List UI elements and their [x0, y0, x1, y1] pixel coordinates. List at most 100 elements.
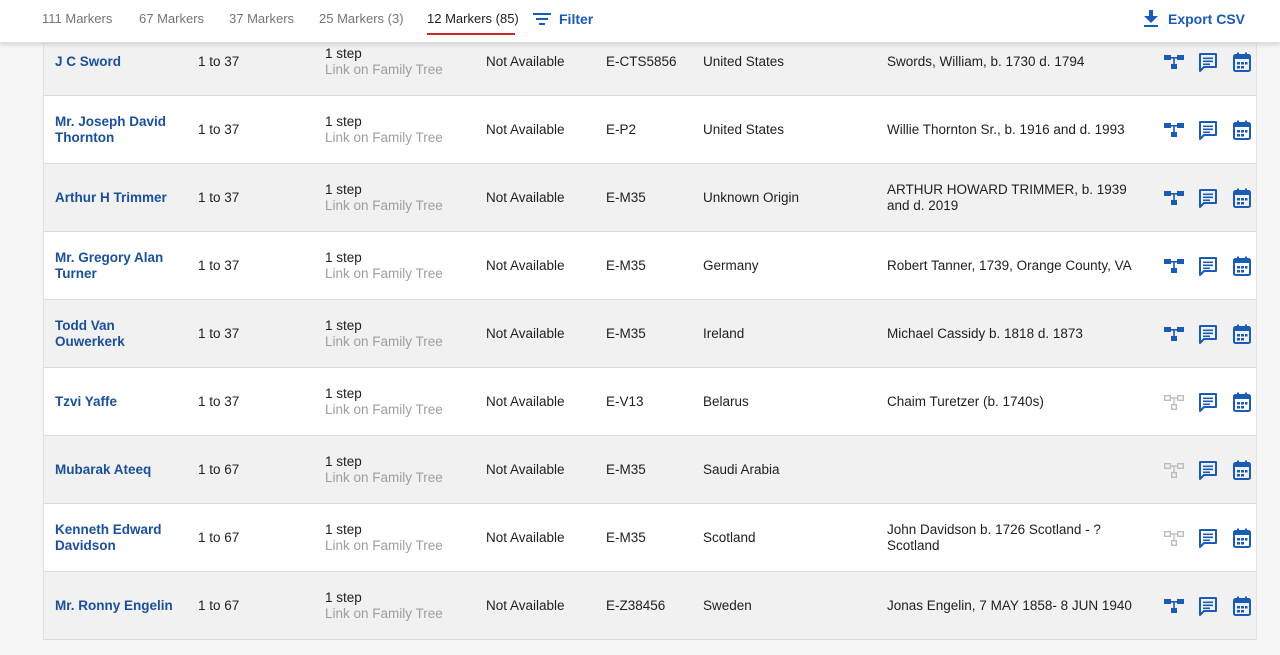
download-icon	[1144, 10, 1158, 27]
message-note-icon[interactable]	[1191, 591, 1225, 621]
earliest-ancestor	[887, 436, 1147, 503]
genetic-distance: 1 step Link on Family Tree	[325, 96, 475, 163]
tab-37-markers[interactable]: 37 Markers	[229, 11, 294, 26]
match-name-link[interactable]: Arthur H Trimmer	[55, 164, 180, 231]
tab-67-markers[interactable]: 67 Markers	[139, 11, 204, 26]
mdka-value: Not Available	[486, 461, 565, 477]
message-note-icon[interactable]	[1191, 115, 1225, 145]
family-tree-icon[interactable]	[1157, 47, 1191, 77]
family-tree-link[interactable]: Link on Family Tree	[325, 130, 443, 146]
calendar-icon[interactable]	[1225, 523, 1259, 553]
row-actions	[1157, 164, 1259, 231]
calendar-icon[interactable]	[1225, 319, 1259, 349]
family-tree-icon[interactable]	[1157, 591, 1191, 621]
earliest-ancestor: Chaim Turetzer (b. 1740s)	[887, 393, 1044, 409]
row-actions	[1157, 504, 1259, 571]
step-count: 1 step	[325, 385, 362, 401]
marker-range: 1 to 37	[198, 393, 240, 409]
mdka-value: Not Available	[486, 393, 565, 409]
match-name-link[interactable]: Mr. Gregory Alan Turner	[55, 232, 180, 299]
table-row: Mubarak Ateeq 1 to 67 1 step Link on Fam…	[44, 436, 1256, 504]
genetic-distance: 1 step Link on Family Tree	[325, 572, 475, 639]
mdka-value: Not Available	[486, 529, 565, 545]
genetic-distance: 1 step Link on Family Tree	[325, 368, 475, 435]
country-of-origin: Germany	[703, 257, 759, 273]
tab-111-markers[interactable]: 111 Markers	[42, 11, 112, 26]
family-tree-link[interactable]: Link on Family Tree	[325, 606, 443, 622]
row-actions	[1157, 96, 1259, 163]
mdka-value: Not Available	[486, 325, 565, 341]
family-tree-link[interactable]: Link on Family Tree	[325, 470, 443, 486]
match-name-link[interactable]: Todd Van Ouwerkerk	[55, 300, 180, 367]
table-row: Kenneth Edward Davidson 1 to 67 1 step L…	[44, 504, 1256, 572]
filter-lines-icon	[533, 13, 551, 25]
genetic-distance: 1 step Link on Family Tree	[325, 164, 475, 231]
filter-label: Filter	[559, 11, 594, 27]
message-note-icon[interactable]	[1191, 455, 1225, 485]
table-row: Todd Van Ouwerkerk 1 to 37 1 step Link o…	[44, 300, 1256, 368]
row-actions	[1157, 368, 1259, 435]
family-tree-link[interactable]: Link on Family Tree	[325, 538, 443, 554]
calendar-icon[interactable]	[1225, 591, 1259, 621]
match-name-link[interactable]: Tzvi Yaffe	[55, 368, 180, 435]
family-tree-icon	[1157, 523, 1191, 553]
table-row: Arthur H Trimmer 1 to 37 1 step Link on …	[44, 164, 1256, 232]
message-note-icon[interactable]	[1191, 387, 1225, 417]
row-actions	[1157, 572, 1259, 639]
family-tree-icon[interactable]	[1157, 115, 1191, 145]
marker-range: 1 to 67	[198, 461, 240, 477]
tab-12-markers[interactable]: 12 Markers (85)	[427, 11, 519, 26]
message-note-icon[interactable]	[1191, 251, 1225, 281]
table-row: Mr. Ronny Engelin 1 to 67 1 step Link on…	[44, 572, 1256, 640]
match-name-link[interactable]: Mr. Joseph David Thornton	[55, 96, 180, 163]
family-tree-link[interactable]: Link on Family Tree	[325, 198, 443, 214]
family-tree-link[interactable]: Link on Family Tree	[325, 334, 443, 350]
row-actions	[1157, 300, 1259, 367]
earliest-ancestor: Michael Cassidy b. 1818 d. 1873	[887, 325, 1083, 341]
export-csv-button[interactable]: Export CSV	[1143, 8, 1245, 30]
country-of-origin: Ireland	[703, 325, 745, 341]
family-tree-icon	[1157, 455, 1191, 485]
mdka-value: Not Available	[486, 597, 565, 613]
country-of-origin: United States	[703, 121, 785, 137]
genetic-distance: 1 step Link on Family Tree	[325, 504, 475, 571]
family-tree-icon[interactable]	[1157, 319, 1191, 349]
marker-tabs-toolbar: 111 Markers 67 Markers 37 Markers 25 Mar…	[0, 0, 1280, 43]
family-tree-icon[interactable]	[1157, 183, 1191, 213]
family-tree-icon[interactable]	[1157, 251, 1191, 281]
match-name-link[interactable]: Mubarak Ateeq	[55, 436, 180, 503]
calendar-icon[interactable]	[1225, 183, 1259, 213]
filter-button[interactable]: Filter	[533, 8, 593, 30]
country-of-origin: Scotland	[703, 529, 756, 545]
calendar-icon[interactable]	[1225, 387, 1259, 417]
calendar-icon[interactable]	[1225, 115, 1259, 145]
match-name-link[interactable]: Mr. Ronny Engelin	[55, 572, 180, 639]
message-note-icon[interactable]	[1191, 47, 1225, 77]
calendar-icon[interactable]	[1225, 47, 1259, 77]
genetic-distance: 1 step Link on Family Tree	[325, 436, 475, 503]
message-note-icon[interactable]	[1191, 319, 1225, 349]
family-tree-link[interactable]: Link on Family Tree	[325, 266, 443, 282]
message-note-icon[interactable]	[1191, 523, 1225, 553]
earliest-ancestor: ARTHUR HOWARD TRIMMER, b. 1939 and d. 20…	[887, 181, 1127, 213]
family-tree-link[interactable]: Link on Family Tree	[325, 62, 443, 78]
matches-table: J C Sword 1 to 37 1 step Link on Family …	[43, 28, 1257, 640]
haplogroup: E-M35	[606, 257, 646, 273]
step-count: 1 step	[325, 113, 362, 129]
marker-range: 1 to 37	[198, 325, 240, 341]
country-of-origin: Belarus	[703, 393, 749, 409]
table-row: Mr. Gregory Alan Turner 1 to 37 1 step L…	[44, 232, 1256, 300]
message-note-icon[interactable]	[1191, 183, 1225, 213]
row-actions	[1157, 436, 1259, 503]
genetic-distance: 1 step Link on Family Tree	[325, 300, 475, 367]
marker-range: 1 to 37	[198, 257, 240, 273]
step-count: 1 step	[325, 181, 362, 197]
tab-25-markers[interactable]: 25 Markers (3)	[319, 11, 404, 26]
haplogroup: E-M35	[606, 461, 646, 477]
calendar-icon[interactable]	[1225, 251, 1259, 281]
match-name-link[interactable]: Kenneth Edward Davidson	[55, 504, 180, 571]
marker-range: 1 to 67	[198, 529, 240, 545]
family-tree-link[interactable]: Link on Family Tree	[325, 402, 443, 418]
step-count: 1 step	[325, 521, 362, 537]
calendar-icon[interactable]	[1225, 455, 1259, 485]
